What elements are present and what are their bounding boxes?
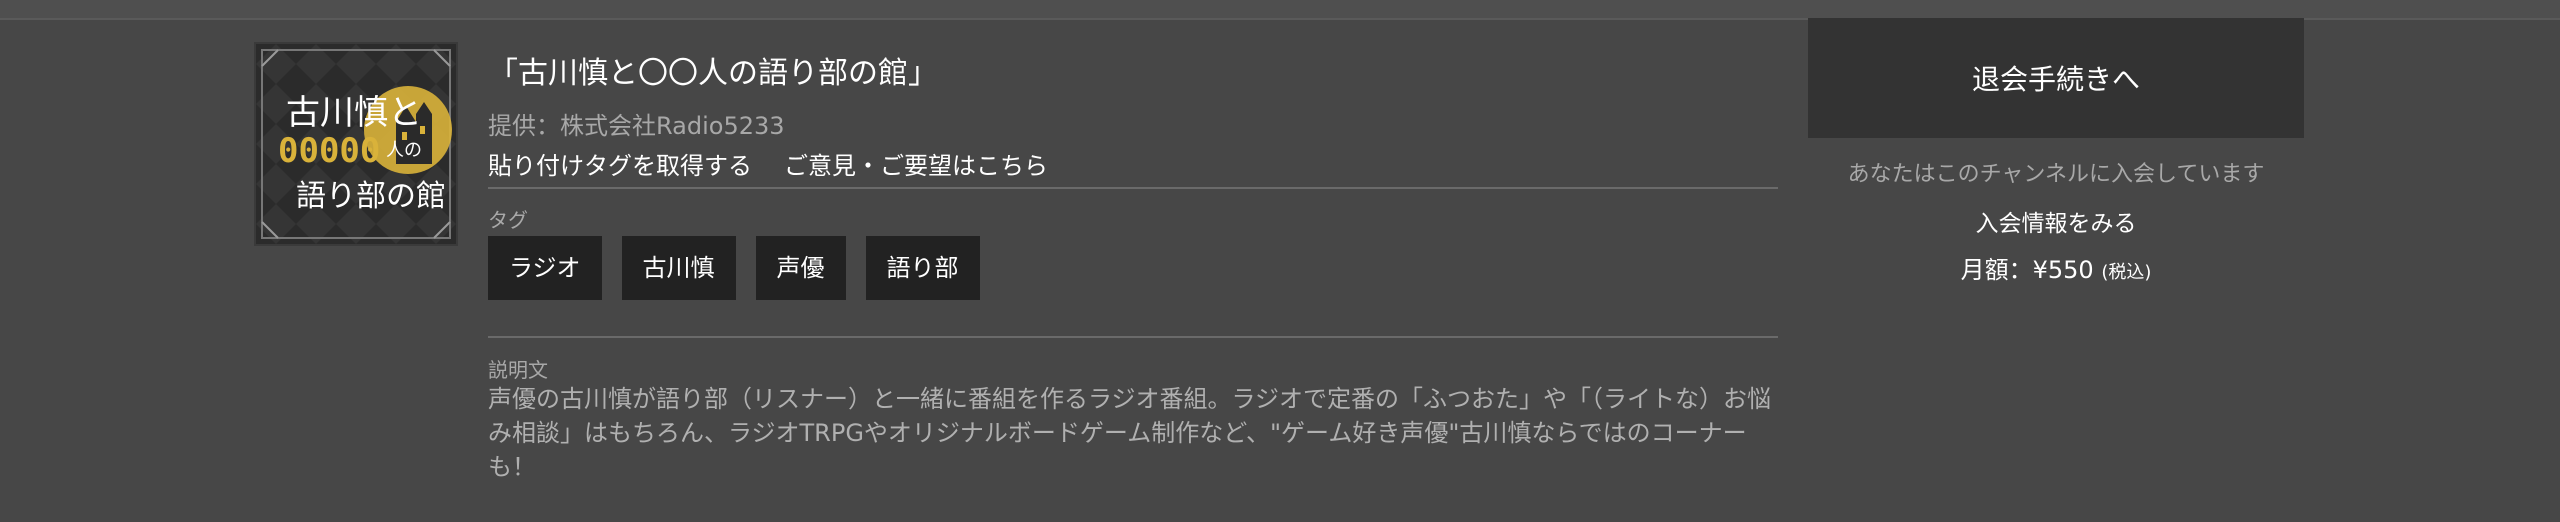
embed-tag-link[interactable]: 貼り付けタグを取得する [488,152,752,180]
tags-label: タグ [488,208,528,232]
membership-info-link[interactable]: 入会情報をみる [1808,204,2304,238]
price-tax-note: (税込) [2101,262,2152,283]
withdraw-button[interactable]: 退会手続きへ [1808,18,2304,138]
tag-list: ラジオ 古川慎 声優 語り部 [488,236,980,300]
channel-description: 声優の古川慎が語り部（リスナー）と一緒に番組を作るラジオ番組。ラジオで定番の「ふ… [488,385,1772,481]
thumbnail-title-line3: 人の [386,140,422,161]
price-label: 月額：¥550 [1960,256,2094,284]
tag-item[interactable]: 声優 [755,236,846,300]
divider-bottom [488,336,1778,338]
channel-thumbnail: 古川慎と 00000 人の 語り部の館 [256,44,456,244]
monthly-price: 月額：¥550 (税込) [1808,250,2304,285]
membership-status: あなたはこのチャンネルに入会しています [1847,162,2265,187]
thumbnail-title-line4: 語り部の館 [296,179,446,214]
feedback-link[interactable]: ご意見・ご要望はこちら [784,152,1048,180]
thumbnail-title-line2: 00000 [278,131,380,171]
channel-title: 「古川慎と〇〇人の語り部の館」 [488,56,938,91]
thumbnail-title-line1: 古川慎と [286,93,422,133]
tag-item[interactable]: ラジオ [488,236,602,300]
channel-links: 貼り付けタグを取得する ご意見・ご要望はこちら [488,146,1048,181]
tag-item[interactable]: 語り部 [865,236,980,300]
tag-item[interactable]: 古川慎 [621,236,736,300]
top-bar [0,0,2560,20]
description-label: 説明文 [488,358,548,382]
channel-provider: 提供：株式会社Radio5233 [488,112,785,140]
divider-top [488,187,1778,189]
